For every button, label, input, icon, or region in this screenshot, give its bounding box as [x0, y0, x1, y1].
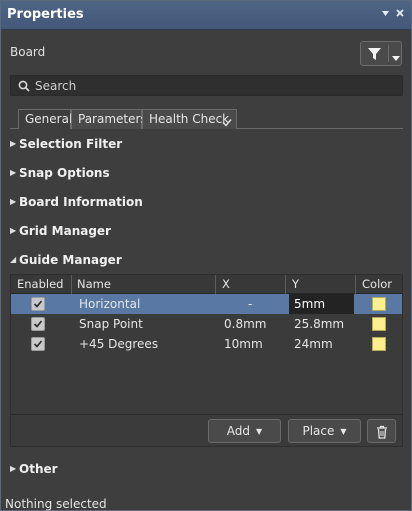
chevron-down-icon: ▼ [256, 427, 263, 436]
enabled-checkbox[interactable] [31, 297, 45, 311]
column-header-name[interactable]: Name [77, 275, 111, 294]
guide-x[interactable]: 10mm [224, 334, 263, 354]
column-divider[interactable] [71, 275, 72, 294]
enabled-checkbox[interactable] [31, 317, 45, 331]
guide-x[interactable]: - [248, 294, 252, 314]
table-row[interactable]: Snap Point 0.8mm 25.8mm [11, 314, 402, 334]
caret-right-icon: ▶ [10, 197, 17, 206]
search-box[interactable] [10, 75, 403, 96]
caret-right-icon: ▶ [10, 139, 17, 148]
guide-name[interactable]: +45 Degrees [79, 334, 158, 354]
tab-health-check[interactable]: Health Check [142, 109, 237, 129]
column-divider[interactable] [355, 275, 356, 294]
filter-button-divider [388, 45, 389, 62]
delete-guide-button[interactable] [367, 419, 396, 443]
section-label: Selection Filter [19, 137, 123, 151]
guide-color-swatch[interactable] [372, 297, 386, 311]
guide-y[interactable]: 24mm [294, 334, 333, 354]
trash-icon [376, 424, 388, 446]
column-divider[interactable] [285, 275, 286, 294]
place-button-label: Place [302, 424, 335, 438]
chevron-down-icon: ▼ [340, 427, 347, 436]
title-bar[interactable]: Properties [1, 1, 411, 30]
place-guide-button[interactable]: Place ▼ [288, 419, 361, 443]
guide-manager-table: Enabled Name X Y Color Horizontal - 5mm … [10, 274, 403, 447]
section-snap-options[interactable]: ▶ Snap Options [10, 164, 110, 182]
search-input[interactable] [35, 78, 395, 94]
guide-name[interactable]: Snap Point [79, 314, 143, 334]
column-header-enabled[interactable]: Enabled [17, 275, 63, 294]
caret-right-icon: ▶ [10, 226, 17, 235]
tab-parameters[interactable]: Parameters [71, 109, 147, 129]
section-grid-manager[interactable]: ▶ Grid Manager [10, 222, 111, 240]
section-other[interactable]: ▶ Other [10, 460, 58, 478]
tab-general[interactable]: General [18, 109, 73, 129]
column-header-color[interactable]: Color [362, 275, 392, 294]
table-footer-divider [11, 414, 402, 415]
guide-name[interactable]: Horizontal [79, 294, 140, 314]
guide-x[interactable]: 0.8mm [224, 314, 266, 334]
table-row[interactable]: +45 Degrees 10mm 24mm [11, 334, 402, 354]
table-header: Enabled Name X Y Color [11, 275, 402, 294]
column-header-y[interactable]: Y [292, 275, 299, 294]
guide-y-editor[interactable]: 5mm [289, 294, 354, 314]
guide-y[interactable]: 25.8mm [294, 314, 344, 334]
guide-color-swatch[interactable] [372, 317, 386, 331]
chevron-down-icon[interactable] [392, 51, 400, 65]
pin-down-icon[interactable] [379, 8, 391, 22]
section-label: Grid Manager [19, 224, 111, 238]
object-type-label: Board [10, 45, 46, 59]
properties-panel: Properties Board General Parameters [0, 0, 412, 511]
checkmark-icon [222, 114, 232, 132]
add-button-label: Add [226, 424, 251, 438]
table-row[interactable]: Horizontal - 5mm [11, 294, 402, 314]
panel-title: Properties [7, 7, 84, 22]
close-icon[interactable] [394, 8, 406, 22]
caret-right-icon: ▶ [10, 464, 17, 473]
add-guide-button[interactable]: Add ▼ [208, 419, 281, 443]
enabled-checkbox[interactable] [31, 337, 45, 351]
section-board-information[interactable]: ▶ Board Information [10, 193, 143, 211]
section-selection-filter[interactable]: ▶ Selection Filter [10, 135, 122, 153]
section-label: Board Information [19, 195, 143, 209]
guide-color-swatch[interactable] [372, 337, 386, 351]
caret-down-icon: ◢ [10, 255, 17, 264]
section-label: Guide Manager [19, 253, 122, 267]
column-divider[interactable] [215, 275, 216, 294]
tab-health-check-label: Health Check [149, 112, 230, 126]
status-text: Nothing selected [5, 497, 107, 511]
section-guide-manager[interactable]: ◢ Guide Manager [10, 251, 122, 269]
column-header-x[interactable]: X [222, 275, 230, 294]
selection-filter-button[interactable] [360, 41, 402, 66]
caret-right-icon: ▶ [10, 168, 17, 177]
section-label: Other [19, 462, 58, 476]
search-icon [18, 80, 30, 95]
section-label: Snap Options [19, 166, 110, 180]
tab-parameters-label: Parameters [78, 112, 147, 126]
tab-general-label: General [25, 112, 73, 126]
funnel-icon [367, 47, 382, 64]
